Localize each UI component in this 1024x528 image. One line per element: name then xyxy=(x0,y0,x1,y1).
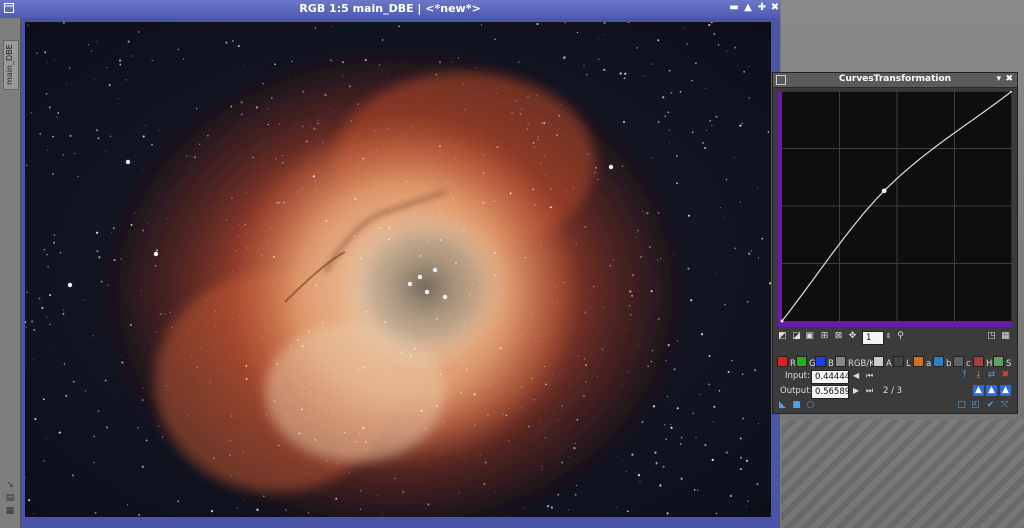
channel-label: L xyxy=(906,359,911,369)
channel-label: c xyxy=(966,359,971,369)
curve-point[interactable] xyxy=(881,188,887,194)
point-index: 2 / 3 xyxy=(883,386,903,396)
channel-swatch xyxy=(835,356,846,367)
next-point-icon[interactable]: ▶ xyxy=(853,386,859,395)
select-mode-icon[interactable]: ◪ xyxy=(791,331,802,342)
channel-rgb-k[interactable]: RGB/K xyxy=(835,356,875,369)
shade-icon[interactable]: ▲ xyxy=(742,2,754,14)
view-side-strip: main_DBE ↘ ▤ ▦ xyxy=(0,18,21,528)
input-row: Input: 0.44444 ◀ ⏮ ⤒ ⤓ ⇄ ✖ xyxy=(773,370,1017,386)
channel-swatch xyxy=(993,356,1004,367)
spin-icon[interactable]: ⇕ xyxy=(883,331,894,342)
curve-point[interactable] xyxy=(780,319,784,323)
channel-swatch xyxy=(893,356,904,367)
zoom-in-icon[interactable]: ⊠ xyxy=(833,331,844,342)
channel-a[interactable]: a xyxy=(913,356,932,369)
curves-toolbar: ◩ ◪ ▣ ⊞ ⊠ ✥ 1 ⇕ ⚲ ◳ ▦ xyxy=(773,331,1017,347)
image-window: RGB 1:5 main_DBE | <*new*> ▬ ▲ ✚ ✖ main_… xyxy=(0,0,780,528)
output-label: Output: xyxy=(780,386,813,396)
browse-documentation-icon[interactable]: ◰ xyxy=(970,400,981,411)
channel-label: S xyxy=(1006,359,1012,369)
close-icon[interactable]: ✖ xyxy=(1005,74,1013,84)
linear-interpolation-icon[interactable]: ▲ xyxy=(1000,385,1011,396)
channel-label: A xyxy=(886,359,892,369)
akima-interpolation-icon[interactable]: ▲ xyxy=(973,385,984,396)
image-window-titlebar[interactable]: RGB 1:5 main_DBE | <*new*> ▬ ▲ ✚ ✖ xyxy=(0,0,780,18)
reverse-icon[interactable]: ⇄ xyxy=(986,370,997,381)
curves-titlebar[interactable]: CurvesTransformation ▾ ✖ xyxy=(773,73,1017,88)
reset-all-icon[interactable]: ⤧ xyxy=(999,400,1010,411)
previous-point-icon[interactable]: ◀ xyxy=(853,371,859,380)
real-time-preview-icon[interactable]: □ xyxy=(956,400,967,411)
nebula-image xyxy=(25,22,771,517)
channel-label: B xyxy=(828,359,834,369)
last-point-icon[interactable]: ⏭ xyxy=(866,386,873,396)
pan-icon[interactable]: ✥ xyxy=(847,331,858,342)
input-field[interactable]: 0.44444 xyxy=(811,370,850,384)
channel-swatch xyxy=(815,356,826,367)
shade-icon[interactable]: ▾ xyxy=(996,74,1001,84)
process-controls: ◣ ■ ○ □ ◰ ✔ ⤧ xyxy=(773,400,1017,416)
channel-swatch xyxy=(913,356,924,367)
channel-r[interactable]: R xyxy=(777,356,796,369)
channel-g[interactable]: G xyxy=(796,356,816,369)
channel-b[interactable]: B xyxy=(815,356,834,369)
curves-title: CurvesTransformation xyxy=(838,74,952,84)
channel-b[interactable]: b xyxy=(933,356,952,369)
edit-mode-icon[interactable]: ◩ xyxy=(777,331,788,342)
view-identifier-tab[interactable]: main_DBE xyxy=(3,40,19,90)
apply-icon[interactable]: ■ xyxy=(791,400,802,411)
image-canvas[interactable] xyxy=(25,22,771,517)
channel-swatch xyxy=(873,356,884,367)
channel-s[interactable]: S xyxy=(993,356,1012,369)
curve-graph[interactable] xyxy=(778,91,1012,327)
view-control-icon[interactable]: ↘ xyxy=(5,480,15,490)
ok-icon[interactable]: ✔ xyxy=(985,400,996,411)
channel-swatch xyxy=(796,356,807,367)
zoom-fit-icon[interactable]: ⊞ xyxy=(819,331,830,342)
channel-swatch xyxy=(777,356,788,367)
close-icon[interactable]: ✖ xyxy=(769,2,781,14)
channel-label: H xyxy=(986,359,993,369)
channel-c[interactable]: c xyxy=(953,356,971,369)
channel-a[interactable]: A xyxy=(873,356,892,369)
reset-icon[interactable]: ✖ xyxy=(1000,370,1011,381)
curves-transformation-window: CurvesTransformation ▾ ✖ ◩ ◪ ▣ ⊞ ⊠ ✥ 1 ⇕… xyxy=(772,72,1018,414)
view-control-icon[interactable]: ▤ xyxy=(5,493,15,503)
output-row: Output: 0.56589 ▶ ⏭ 2 / 3 ▲ ▲ ▲ xyxy=(773,385,1017,401)
desktop-pattern xyxy=(781,420,1024,528)
delete-mode-icon[interactable]: ▣ xyxy=(804,331,815,342)
magnifier-icon[interactable]: ⚲ xyxy=(895,331,906,342)
input-label: Input: xyxy=(785,371,810,381)
restore-icon[interactable]: ⤓ xyxy=(973,370,984,381)
view-identifier-label: main_DBE xyxy=(5,44,14,85)
zoom-factor-field[interactable]: 1 xyxy=(862,331,884,345)
channel-h[interactable]: H xyxy=(973,356,993,369)
channel-l[interactable]: L xyxy=(893,356,911,369)
new-instance-icon[interactable]: ◣ xyxy=(777,400,788,411)
first-point-icon[interactable]: ⏮ xyxy=(866,371,873,381)
minimize-icon[interactable]: ▬ xyxy=(728,2,740,14)
channel-label: RGB/K xyxy=(848,359,875,369)
grid-icon[interactable]: ▦ xyxy=(1000,331,1011,342)
apply-global-icon[interactable]: ○ xyxy=(805,400,816,411)
channel-label: b xyxy=(946,359,952,369)
store-icon[interactable]: ⤒ xyxy=(959,370,970,381)
view-control-icon[interactable]: ▦ xyxy=(5,506,15,516)
cubic-interpolation-icon[interactable]: ▲ xyxy=(986,385,997,396)
pin-icon[interactable]: ✚ xyxy=(756,2,768,14)
channel-swatch xyxy=(933,356,944,367)
image-window-title: RGB 1:5 main_DBE | <*new*> xyxy=(299,2,481,15)
channel-swatch xyxy=(973,356,984,367)
output-field[interactable]: 0.56589 xyxy=(811,385,850,399)
show-all-icon[interactable]: ◳ xyxy=(986,331,997,342)
channel-swatch xyxy=(953,356,964,367)
channel-label: a xyxy=(926,359,932,369)
